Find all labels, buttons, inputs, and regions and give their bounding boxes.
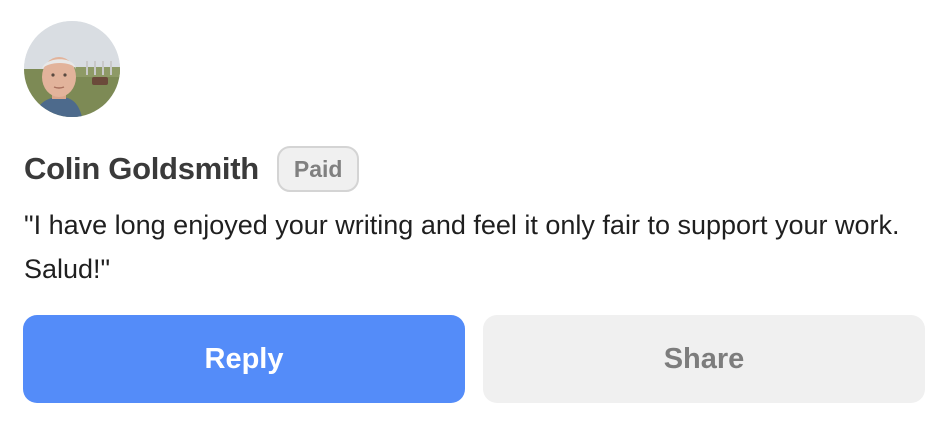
share-button-label: Share (663, 342, 745, 375)
comment-message: "I have long enjoyed your writing and fe… (24, 210, 900, 284)
author-row: Colin Goldsmith Paid (24, 145, 360, 193)
avatar-photo-icon (24, 21, 120, 117)
share-button[interactable]: Share (483, 315, 925, 403)
avatar[interactable] (24, 21, 120, 117)
reply-button-label: Reply (204, 342, 284, 375)
author-name[interactable]: Colin Goldsmith (24, 151, 259, 187)
reply-button[interactable]: Reply (23, 315, 465, 403)
supporter-comment-card: Colin Goldsmith Paid "I have long enjoye… (0, 0, 946, 422)
paid-badge: Paid (276, 146, 360, 192)
